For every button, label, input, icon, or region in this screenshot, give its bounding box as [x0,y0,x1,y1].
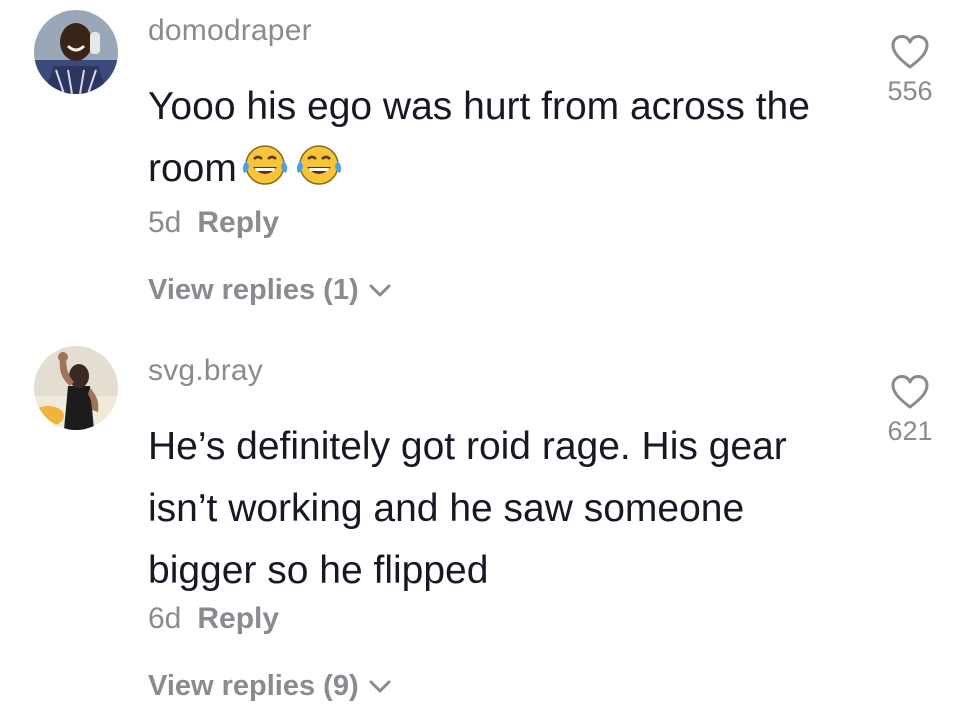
chevron-down-icon [369,284,391,297]
comment-meta: 5d Reply [148,206,279,240]
avatar[interactable] [34,346,118,430]
comment-time: 5d [148,206,182,239]
like-count: 556 [887,76,933,106]
comment-text: He’s definitely got roid rage. His gear … [148,425,787,592]
heart-outline-icon[interactable] [890,374,930,410]
view-replies-button[interactable]: View replies (1) [148,274,391,307]
like-count: 621 [887,416,933,446]
view-replies-button[interactable]: View replies (9) [148,670,391,703]
reply-button[interactable]: Reply [197,206,279,239]
laughing-emoji-icon [239,143,291,206]
avatar[interactable] [34,10,118,94]
view-replies-label: View replies (9) [148,670,359,702]
heart-outline-icon[interactable] [890,34,930,70]
comment-time: 6d [148,602,182,635]
like-group: 621 [880,374,940,447]
chevron-down-icon [369,680,391,693]
laughing-emoji-icon [293,143,345,206]
reply-button[interactable]: Reply [197,602,279,635]
comment-meta: 6d Reply [148,602,279,636]
like-group: 556 [880,34,940,107]
comment-text: Yooo his ego was hurt from across the ro… [148,76,848,206]
comment-username[interactable]: domodraper [148,14,312,48]
comment-username[interactable]: svg.bray [148,354,263,388]
view-replies-label: View replies (1) [148,274,359,306]
